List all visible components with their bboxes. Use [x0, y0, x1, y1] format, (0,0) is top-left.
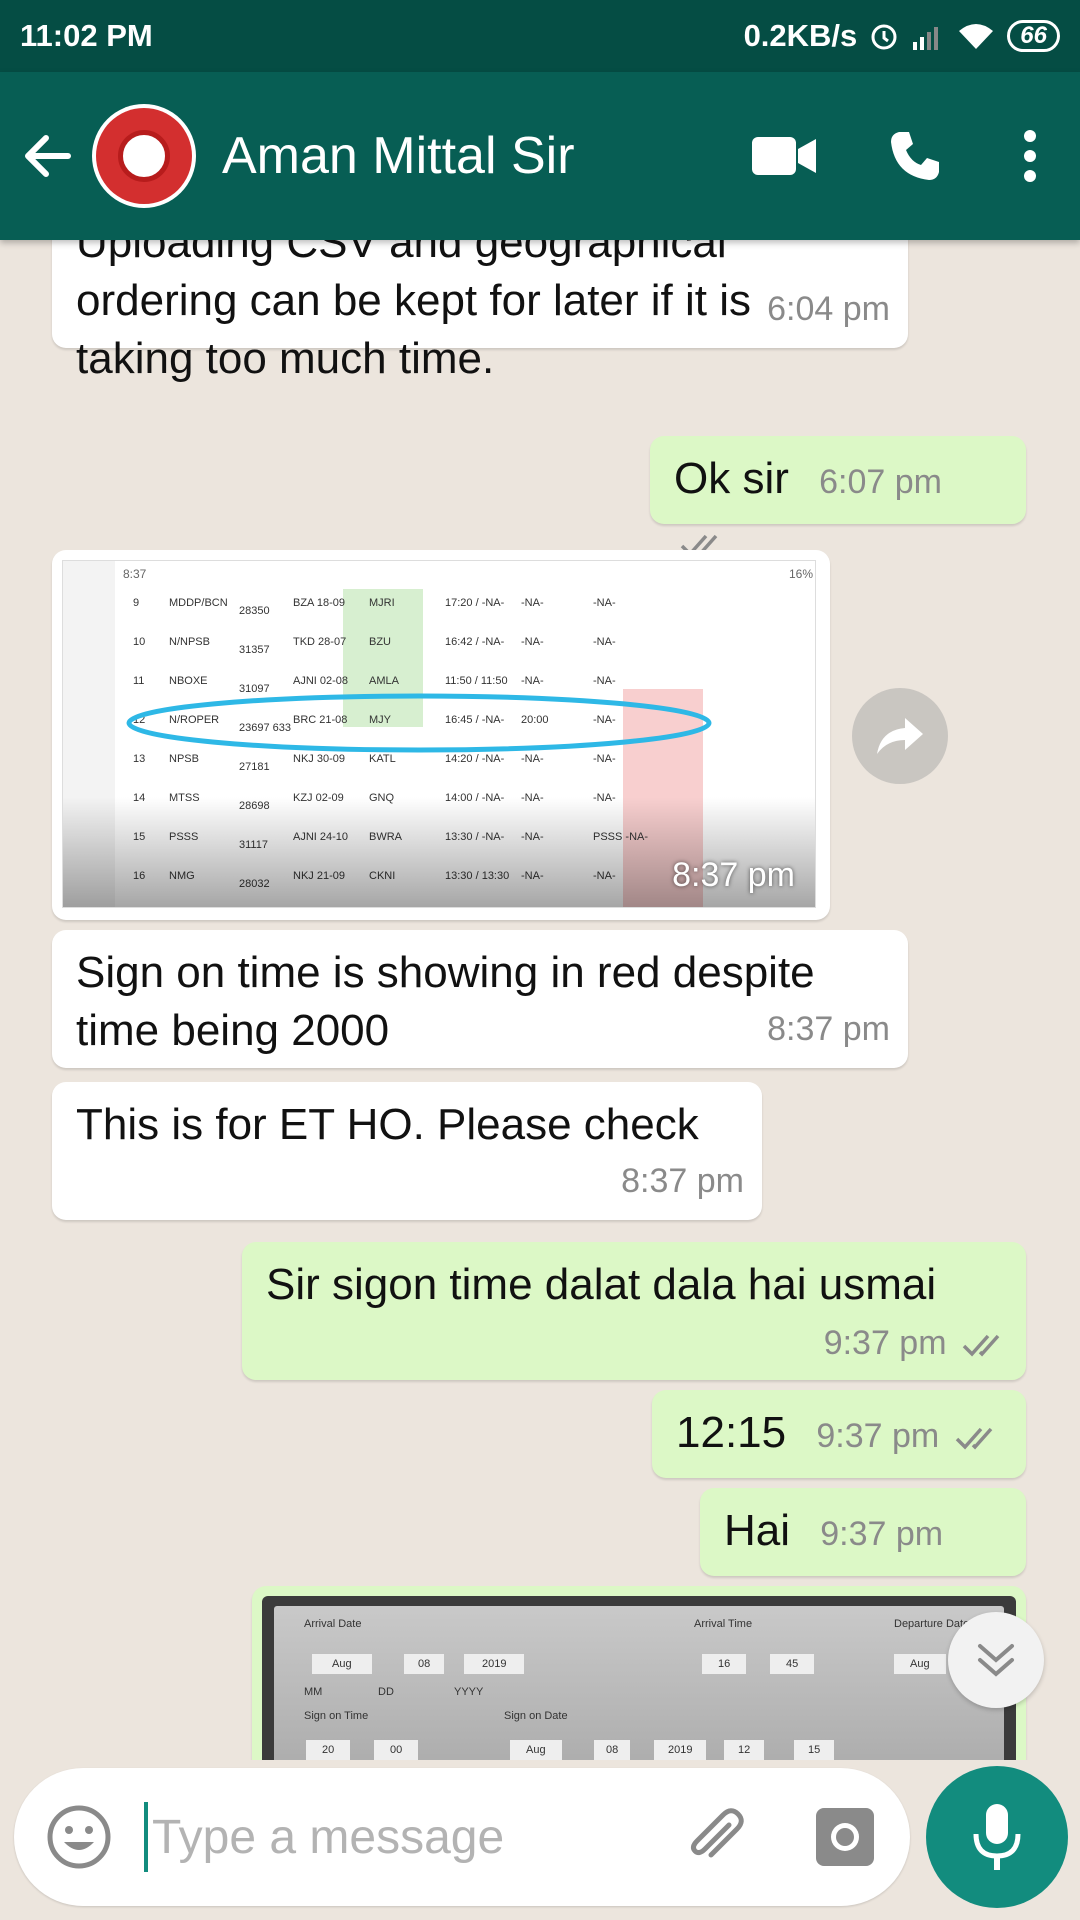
- screenshot-table-cell: NBOXE: [169, 675, 208, 687]
- battery-indicator: 66: [1007, 20, 1060, 52]
- back-button[interactable]: [20, 130, 90, 182]
- image-message[interactable]: Arrival Date Arrival Time Departure Date…: [252, 1586, 1026, 1760]
- message-time: 8:37 pm: [621, 1162, 744, 1200]
- message-text: This is for ET HO. Please check: [76, 1100, 699, 1149]
- screenshot-table-cell: -NA-: [593, 597, 616, 609]
- wifi-icon: [959, 24, 994, 49]
- video-call-icon: [752, 137, 816, 175]
- voice-call-button[interactable]: [850, 128, 980, 184]
- message-time: 9:37 pm: [816, 1417, 940, 1455]
- screenshot-table-cell: 10: [133, 636, 146, 648]
- message-text: Sir sigon time dalat dala hai usmai: [266, 1260, 937, 1309]
- indian-railways-logo-icon: [96, 108, 192, 204]
- screenshot-table-cell: TKD 28-07: [293, 636, 347, 648]
- image-time: 8:37 pm: [672, 856, 795, 894]
- message-composer: Type a message: [14, 1768, 910, 1906]
- screenshot-table-cell: -NA-: [521, 597, 544, 609]
- screenshot-table-cell: 11:50 / 11:50: [445, 675, 508, 687]
- screenshot-table-cell: BZU: [369, 636, 391, 648]
- screenshot-table-cell: -NA-: [521, 636, 544, 648]
- contact-name[interactable]: Aman Mittal Sir: [222, 126, 720, 186]
- message-time: 9:37 pm: [823, 1324, 947, 1362]
- voice-record-button[interactable]: [926, 1766, 1068, 1908]
- camera-button[interactable]: [780, 1806, 910, 1868]
- video-call-button[interactable]: [720, 135, 850, 177]
- screenshot-table-cell: 16:42 / -NA-: [445, 636, 505, 648]
- screenshot-status-bar: 8:37 16%: [123, 567, 813, 581]
- message-outgoing[interactable]: 12:15 9:37 pm: [652, 1390, 1026, 1478]
- message-incoming[interactable]: Uploading CSV and geographical ordering …: [52, 240, 908, 383]
- screenshot-table-cell: MJRI: [369, 597, 395, 609]
- screenshot-table-cell: 11: [133, 675, 145, 687]
- message-incoming[interactable]: Sign on time is showing in red despite t…: [52, 930, 908, 1068]
- message-text: Ok sir: [674, 454, 789, 503]
- forward-button[interactable]: [852, 688, 948, 784]
- message-text: 12:15: [676, 1408, 787, 1457]
- message-text: Hai: [724, 1506, 791, 1555]
- screenshot-table-cell: 27181: [239, 761, 270, 773]
- message-time: 8:37 pm: [767, 1010, 890, 1048]
- forward-icon: [877, 718, 923, 754]
- message-list[interactable]: Uploading CSV and geographical ordering …: [0, 240, 1080, 1760]
- screenshot-table-cell: AJNI 02-08: [293, 675, 349, 687]
- text-cursor: [144, 1802, 148, 1872]
- screenshot-table-cell: 9: [133, 597, 140, 609]
- back-arrow-icon: [25, 135, 71, 177]
- attach-button[interactable]: [650, 1805, 780, 1869]
- screenshot-table-cell: N/NPSB: [169, 636, 210, 648]
- shared-photo[interactable]: Arrival Date Arrival Time Departure Date…: [262, 1596, 1016, 1760]
- signal-icon: [913, 27, 939, 50]
- read-receipt-icon: [962, 1334, 1000, 1357]
- message-time: 6:04 pm: [767, 290, 890, 328]
- image-message[interactable]: 8:37 16% 9 MDDP/BCN 28350 BZA 18-09 MJRI 17:2…: [52, 550, 830, 920]
- annotation-circle: [126, 693, 712, 753]
- screenshot-table-cell: 17:20 / -NA-: [445, 597, 505, 609]
- screenshot-table-cell: MDDP/BCN: [169, 597, 228, 609]
- status-time: 11:02 PM: [20, 18, 153, 53]
- chat-header: Aman Mittal Sir: [0, 72, 1080, 240]
- read-receipt-icon: [955, 1427, 992, 1450]
- screenshot-table-cell: -NA-: [521, 675, 544, 687]
- shared-screenshot[interactable]: 8:37 16% 9 MDDP/BCN 28350 BZA 18-09 MJRI 17:2…: [62, 560, 816, 908]
- message-incoming[interactable]: This is for ET HO. Please check 8:37 pm: [52, 1082, 762, 1220]
- status-bar: 11:02 PM 0.2KB/s 66: [0, 0, 1080, 72]
- message-time: 6:07 pm: [819, 463, 942, 501]
- screenshot-table-cell: BZA 18-09: [293, 597, 345, 609]
- screenshot-table-cell: 28350: [239, 605, 270, 617]
- more-vert-icon: [1024, 130, 1036, 182]
- screenshot-table-cell: 31357: [239, 644, 270, 656]
- message-outgoing[interactable]: Hai 9:37 pm: [700, 1488, 1026, 1609]
- message-input[interactable]: Type a message: [152, 1810, 650, 1865]
- message-outgoing[interactable]: Sir sigon time dalat dala hai usmai 9:37…: [242, 1242, 1026, 1380]
- microphone-icon: [973, 1804, 1021, 1870]
- paperclip-icon: [690, 1808, 744, 1858]
- screenshot-table-cell: AMLA: [369, 675, 399, 687]
- message-text: Uploading CSV and geographical ordering …: [76, 240, 751, 383]
- status-right: 0.2KB/s 66: [744, 18, 1060, 54]
- emoji-icon: [47, 1805, 111, 1869]
- screenshot-table-cell: -NA-: [593, 636, 616, 648]
- camera-icon: [816, 1808, 874, 1866]
- network-speed: 0.2KB/s: [743, 18, 858, 53]
- emoji-button[interactable]: [14, 1804, 144, 1870]
- avatar[interactable]: [92, 104, 196, 208]
- double-chevron-down-icon: [978, 1644, 1014, 1677]
- more-options-button[interactable]: [980, 130, 1080, 182]
- scroll-to-bottom-button[interactable]: [948, 1612, 1044, 1708]
- screenshot-table-cell: -NA-: [593, 675, 616, 687]
- message-outgoing[interactable]: Ok sir 6:07 pm: [650, 436, 1026, 557]
- screenshot-table-row: 9 MDDP/BCN 28350 BZA 18-09 MJRI 17:20 / -NA- -…: [63, 595, 763, 631]
- message-time: 9:37 pm: [820, 1515, 944, 1553]
- alarm-icon: [871, 24, 897, 50]
- voice-call-icon: [891, 132, 939, 180]
- screenshot-table-row: 10 N/NPSB 31357 TKD 28-07 BZU 16:42 / -NA- -NA…: [63, 634, 763, 670]
